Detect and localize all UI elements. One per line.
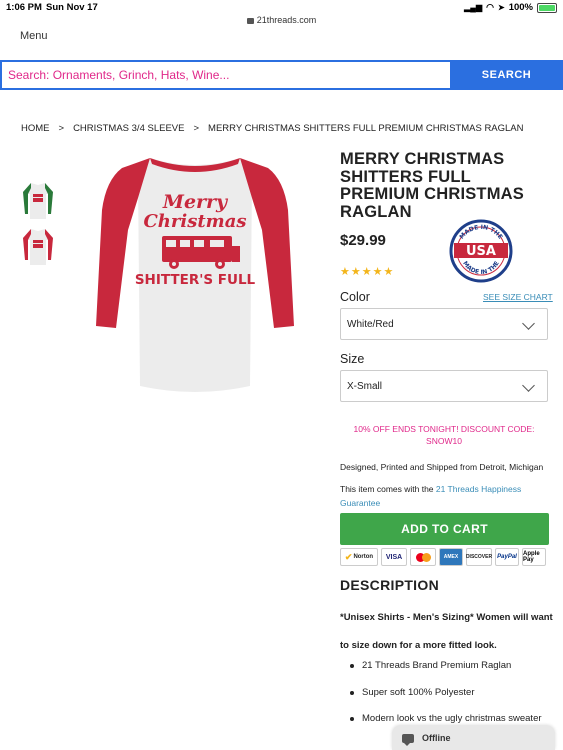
promo-text: 10% OFF ENDS TONIGHT! DISCOUNT CODE: SNO… [353,424,535,446]
status-date: Sun Nov 17 [46,2,98,13]
color-select-value: White/Red [347,318,394,330]
star-icon: ★ [350,266,362,278]
guarantee-text: This item comes with the 21 Threads Happ… [340,482,545,510]
battery-fill [539,4,555,11]
discover-badge: DISCOVER [466,548,492,566]
paypal-badge: PayPal [495,548,519,566]
chat-icon [402,733,414,746]
description-heading: DESCRIPTION [340,577,439,593]
list-item: Super soft 100% Polyester [348,687,548,714]
size-label: Size [340,352,365,366]
location-icon: ➤ [497,3,505,12]
shirt-print-christmas: Christmas [143,211,246,232]
chat-status: Offline [422,733,451,743]
shirt-print-merry: Merry [162,191,229,213]
apple-pay-label: Apple Pay [523,551,540,563]
status-bar: 1:06 PM Sun Nov 17 ▂▄▆ ◠ ➤ 100% 21thread… [0,0,563,25]
breadcrumb: HOME > CHRISTMAS 3/4 SLEEVE > MERRY CHRISTMA… [21,123,524,134]
size-chart-link[interactable]: SEE SIZE CHART [483,292,553,302]
product-price: $29.99 [340,232,386,249]
rating-stars[interactable]: ★★★★★ [340,265,394,278]
product-image: Merry Christmas SHITTER'S FULL [96,158,294,392]
guarantee-prefix: This item comes with the [340,484,436,494]
star-icon: ★ [361,266,373,278]
wifi-icon: ◠ [486,2,494,12]
breadcrumb-home[interactable]: HOME [21,123,50,134]
breadcrumb-category[interactable]: CHRISTMAS 3/4 SLEEVE [73,123,184,134]
norton-label: Norton [353,554,374,560]
breadcrumb-separator: > [193,123,200,134]
apple-pay-badge: Apple Pay [522,548,546,566]
status-time: 1:06 PM [6,2,42,13]
description-intro: *Unisex Shirts - Men's Sizing* Women wil… [340,612,553,651]
battery-percent: 100% [508,2,533,13]
size-select-value: X-Small [347,380,383,392]
status-right: ▂▄▆ ◠ ➤ 100% [464,2,557,13]
search-button[interactable]: SEARCH [450,60,563,90]
thumbnail-green[interactable] [22,180,54,220]
made-in-usa-badge: MADE IN THE MADE IN THE USA [449,219,513,283]
search-bar: Search: Ornaments, Grinch, Hats, Wine...… [0,60,563,90]
color-select[interactable]: White/Red [340,308,548,340]
star-icon: ★ [383,266,395,278]
shirt-print-tagline: SHITTER'S FULL [135,272,256,288]
url-bar[interactable]: 21threads.com [0,15,563,25]
add-to-cart-button[interactable]: ADD TO CART [340,513,549,545]
url-text: 21threads.com [256,15,317,25]
size-select[interactable]: X-Small [340,370,548,402]
battery-icon [537,2,557,13]
search-input[interactable]: Search: Ornaments, Grinch, Hats, Wine... [0,60,450,90]
lock-icon [246,18,254,24]
menu-link[interactable]: Menu [20,30,48,42]
color-label: Color [340,290,370,304]
badge-usa-text: USA [466,244,496,259]
mastercard-badge [410,548,436,566]
star-icon: ★ [340,266,351,278]
breadcrumb-current: MERRY CHRISTMAS SHITTERS FULL PREMIUM CH… [208,123,524,134]
product-title: MERRY CHRISTMAS SHITTERS FULL PREMIUM CH… [340,150,524,221]
list-item: 21 Threads Brand Premium Raglan [348,660,548,687]
star-icon: ★ [372,266,384,278]
visa-badge: VISA [381,548,407,566]
amex-badge: AMEX [439,548,463,566]
chat-widget[interactable]: Offline [392,726,555,750]
thumbnail-red[interactable] [22,226,54,266]
mastercard-icon [415,552,431,562]
chevron-down-icon [522,317,535,330]
made-in-text: Designed, Printed and Shipped from Detro… [340,462,544,472]
norton-badge: ✔ Norton [340,548,378,566]
signal-icon: ▂▄▆ [464,3,483,12]
breadcrumb-separator: > [58,123,65,134]
checkmark-icon: ✔ [344,551,353,562]
chevron-down-icon [522,379,535,392]
